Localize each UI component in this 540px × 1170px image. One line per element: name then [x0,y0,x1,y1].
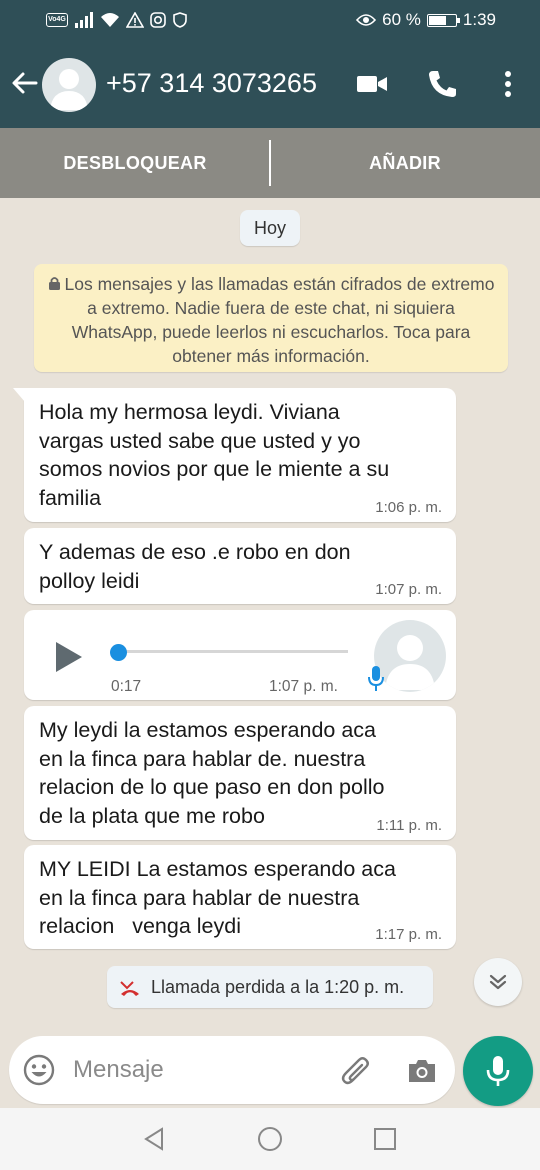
eye-icon [356,14,377,26]
phone-call-icon[interactable] [424,66,460,102]
message-bubble[interactable]: Y ademas de eso .e robo en don polloy le… [24,528,456,604]
emoji-icon[interactable] [23,1054,55,1086]
battery-percent: 60 % [382,10,421,29]
message-time: 1:07 p. m. [375,581,442,598]
message-time: 1:06 p. m. [375,499,442,516]
unblock-button[interactable]: DESBLOQUEAR [0,128,270,198]
voice-progress-track[interactable] [116,650,348,653]
nav-home-icon[interactable] [257,1126,283,1152]
alert-icon [126,12,144,28]
voice-duration: 0:17 [111,678,142,695]
sender-avatar [374,620,446,692]
message-input[interactable]: Mensaje [9,1036,455,1104]
instagram-icon [150,12,166,28]
voice-progress-handle[interactable] [110,644,127,661]
attach-icon[interactable] [339,1054,375,1090]
missed-call-notice[interactable]: Llamada perdida a la 1:20 p. m. [107,966,433,1008]
bubble-tail [13,388,25,402]
message-bubble[interactable]: MY LEIDI La estamos esperando aca en la … [24,845,456,949]
missed-call-icon [120,981,139,996]
contact-avatar[interactable] [42,58,96,112]
video-call-icon[interactable] [354,66,390,102]
nav-back-icon[interactable] [142,1126,168,1152]
play-icon[interactable] [54,640,84,674]
add-contact-button[interactable]: AÑADIR [270,128,540,198]
message-text: Hola my hermosa leydi. Viviana vargas us… [39,400,390,510]
double-chevron-down-icon [489,974,507,990]
more-options-icon[interactable] [490,66,526,102]
message-time: 1:11 p. m. [376,817,442,834]
voice-mic-icon [368,666,384,691]
message-placeholder: Mensaje [73,1056,164,1083]
system-nav-bar [0,1108,540,1170]
volte-icon: Vo4G [46,13,68,27]
status-icons-right: 60 % 1:39 [356,10,496,30]
chat-area[interactable]: Hoy Los mensajes y las llamadas están ci… [0,198,540,1032]
contact-name[interactable]: +57 314 3073265 [106,68,317,99]
voice-message[interactable]: 0:17 1:07 p. m. [24,610,456,700]
voice-record-button[interactable] [463,1036,533,1106]
default-avatar-icon [385,635,435,690]
wifi-icon [101,13,119,27]
microphone-icon [486,1056,510,1086]
status-bar: Vo4G 60 % 1:39 [0,0,540,42]
message-bubble[interactable]: Hola my hermosa leydi. Viviana vargas us… [13,388,456,522]
scroll-to-bottom-button[interactable] [474,958,522,1006]
clock: 1:39 [462,10,496,29]
encryption-notice[interactable]: Los mensajes y las llamadas están cifrad… [34,264,508,372]
missed-call-text: Llamada perdida a la 1:20 p. m. [151,976,405,997]
action-divider [269,140,271,186]
default-avatar-icon [50,69,88,110]
lock-icon [48,277,60,290]
date-separator: Hoy [240,210,300,246]
battery-icon [426,13,460,27]
status-icons-left: Vo4G [46,12,188,28]
back-arrow-icon[interactable] [10,68,40,98]
chat-header: +57 314 3073265 [0,42,540,128]
shield-icon [173,12,187,28]
nav-recents-icon[interactable] [372,1126,398,1152]
composer: Mensaje [0,1032,540,1108]
message-time: 1:07 p. m. [269,678,338,695]
message-time: 1:17 p. m. [375,926,442,943]
encryption-notice-text: Los mensajes y las llamadas están cifrad… [64,274,495,366]
camera-icon[interactable] [405,1054,439,1088]
signal-icon [75,12,93,28]
message-text: My leydi la estamos esperando aca en la … [39,718,385,828]
message-bubble[interactable]: My leydi la estamos esperando aca en la … [24,706,456,840]
